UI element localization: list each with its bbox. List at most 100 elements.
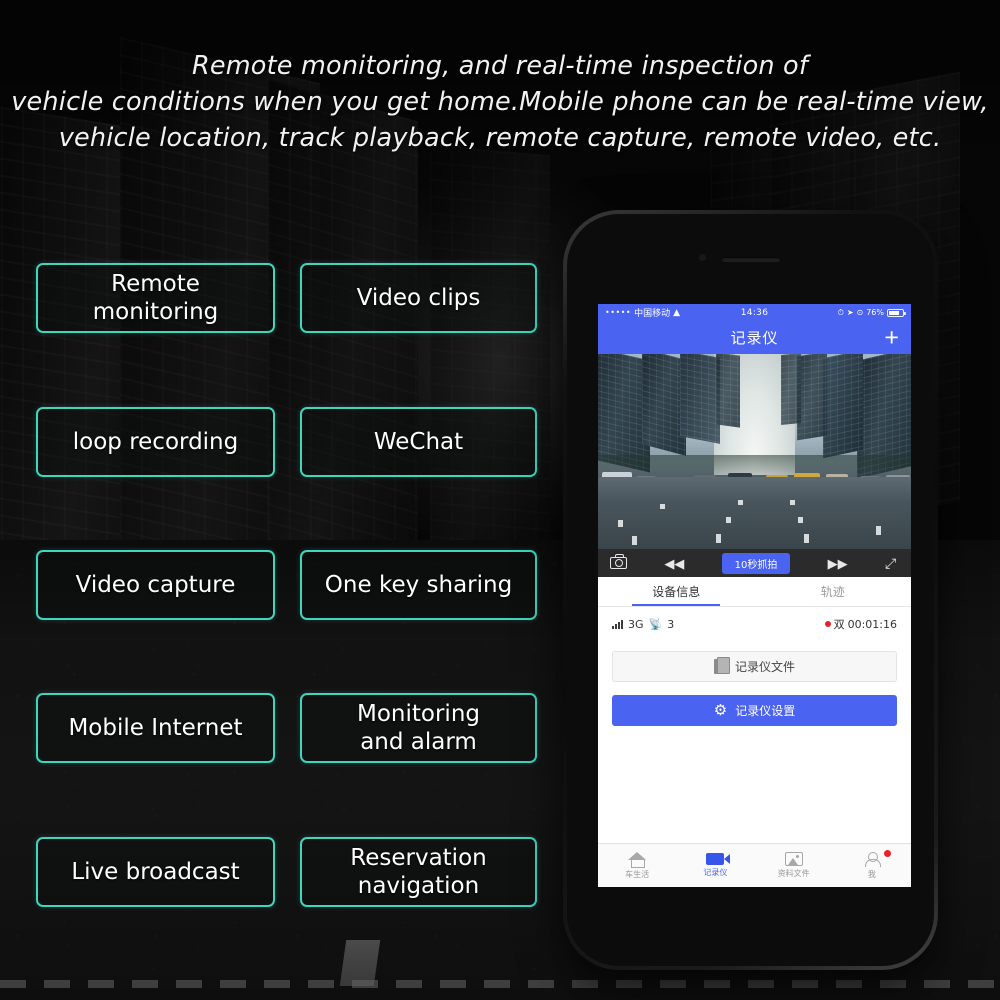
feature-box-live-broadcast[interactable]: Live broadcast — [36, 837, 275, 907]
tab-track[interactable]: 轨迹 — [755, 577, 912, 606]
capture-10s-button[interactable]: 10秒抓拍 — [721, 552, 791, 574]
front-camera-icon — [698, 254, 706, 261]
feature-box-video-clips[interactable]: Video clips — [300, 263, 537, 333]
feature-label: Live broadcast — [71, 858, 240, 885]
home-icon — [628, 851, 647, 868]
tab-bar-label: 我 — [867, 869, 876, 879]
feature-list: Remote monitoring Video clips loop recor… — [0, 0, 560, 1000]
notification-badge — [884, 850, 891, 857]
signal-dots-icon: ••••• — [605, 308, 632, 317]
satellite-count-label: 3 — [667, 617, 675, 631]
lane-dash — [618, 520, 623, 527]
gear-icon: ⚙ — [713, 701, 728, 719]
wifi-icon: ▲ — [673, 307, 681, 318]
recorder-settings-label: 记录仪设置 — [735, 704, 796, 718]
feature-label: Mobile Internet — [68, 714, 243, 741]
lane-dash — [790, 500, 795, 505]
battery-icon — [887, 308, 906, 317]
recorder-files-label: 记录仪文件 — [734, 660, 795, 674]
dashcam-video-preview[interactable] — [598, 354, 911, 549]
fast-forward-button[interactable]: ▶▶ — [828, 557, 848, 570]
content-tabs: 设备信息 轨迹 — [598, 577, 911, 607]
video-building — [781, 354, 801, 426]
feature-label: Monitoring and alarm — [357, 700, 480, 755]
camera-icon[interactable] — [610, 554, 627, 569]
feature-label: loop recording — [72, 428, 239, 455]
feature-label: WeChat — [373, 428, 464, 455]
device-status-row: 3G 📡 3 双 00:01:16 — [598, 607, 911, 641]
battery-percent-label: 76% — [866, 308, 884, 317]
tab-label: 设备信息 — [652, 585, 701, 599]
clock-label: 14:36 — [740, 307, 769, 318]
tab-label: 轨迹 — [820, 585, 845, 599]
photo-icon — [784, 852, 803, 866]
lane-dash — [660, 504, 665, 509]
app-nav-bar: 记录仪 + — [598, 321, 911, 354]
file-icon — [713, 657, 730, 674]
fullscreen-icon[interactable]: ⤢ — [885, 556, 899, 570]
phone-body: ••••• 中国移动 ▲ 14:36 ⏱ ➤ ⊙ 76% 记录仪 + ◀◀ 10… — [567, 214, 934, 966]
page-title: 记录仪 — [730, 329, 779, 347]
video-road — [598, 477, 911, 549]
feature-box-mobile-internet[interactable]: Mobile Internet — [36, 693, 275, 763]
feature-box-wechat[interactable]: WeChat — [300, 407, 537, 477]
video-building — [716, 354, 740, 428]
lane-dash — [804, 534, 809, 543]
status-bar: ••••• 中国移动 ▲ 14:36 ⏱ ➤ ⊙ 76% — [598, 304, 911, 321]
tab-bar-item-car-life[interactable]: 车生活 — [598, 844, 676, 887]
device-status-left: 3G 📡 3 — [612, 618, 674, 631]
lane-dash — [632, 536, 637, 545]
phone-screen: ••••• 中国移动 ▲ 14:36 ⏱ ➤ ⊙ 76% 记录仪 + ◀◀ 10… — [598, 304, 911, 887]
recording-indicator-icon — [824, 621, 831, 627]
feature-box-video-capture[interactable]: Video capture — [36, 550, 275, 620]
network-label: 3G — [628, 617, 644, 631]
feature-box-remote-monitoring[interactable]: Remote monitoring — [36, 263, 275, 333]
feature-label: One key sharing — [324, 571, 513, 598]
feature-label: Remote monitoring — [92, 270, 219, 325]
carrier-label: 中国移动 — [634, 309, 671, 319]
bottom-tab-bar: 车生活 记录仪 资料文件 我 — [598, 843, 911, 887]
video-control-bar: ◀◀ 10秒抓拍 ▶▶ ⤢ — [598, 549, 911, 577]
tab-bar-label: 记录仪 — [703, 868, 728, 877]
status-bar-left: ••••• 中国移动 ▲ — [605, 306, 741, 320]
earpiece-speaker — [721, 257, 780, 262]
tab-device-info[interactable]: 设备信息 — [598, 577, 755, 606]
alarm-icon: ⏱ — [837, 307, 844, 317]
record-mode-label: 双 — [833, 618, 845, 631]
device-actions: 记录仪文件 ⚙ 记录仪设置 — [598, 641, 911, 726]
rewind-button[interactable]: ◀◀ — [664, 557, 684, 570]
recorder-settings-button[interactable]: ⚙ 记录仪设置 — [612, 695, 897, 726]
rotation-lock-icon: ⊙ — [856, 308, 864, 317]
location-arrow-icon: ➤ — [846, 308, 854, 317]
lane-dash — [798, 517, 803, 523]
video-building — [823, 354, 863, 459]
feature-label: Video capture — [75, 571, 236, 598]
tab-bar-item-recorder[interactable]: 记录仪 — [676, 844, 754, 887]
tab-bar-item-files[interactable]: 资料文件 — [755, 844, 833, 887]
status-bar-right: ⏱ ➤ ⊙ 76% — [768, 307, 906, 318]
record-timer-label: 00:01:16 — [847, 617, 897, 631]
device-status-right: 双 00:01:16 — [824, 616, 897, 632]
feature-box-one-key-sharing[interactable]: One key sharing — [300, 550, 537, 620]
feature-label: Reservation navigation — [350, 844, 487, 899]
tab-bar-label: 车生活 — [625, 869, 650, 879]
tab-bar-label: 资料文件 — [777, 869, 810, 878]
lane-dash — [876, 526, 881, 535]
user-icon — [864, 851, 881, 867]
feature-label: Video clips — [356, 284, 481, 311]
promo-banner: Remote monitoring, and real-time inspect… — [0, 0, 1000, 1000]
tab-bar-item-profile[interactable]: 我 — [833, 844, 911, 887]
add-device-button[interactable]: + — [884, 325, 899, 350]
satellite-icon: 📡 — [648, 617, 663, 631]
lane-dash — [738, 500, 743, 505]
recorder-files-button[interactable]: 记录仪文件 — [612, 651, 897, 682]
phone-mockup: ••••• 中国移动 ▲ 14:36 ⏱ ➤ ⊙ 76% 记录仪 + ◀◀ 10… — [563, 210, 938, 970]
lane-dash — [726, 517, 731, 523]
video-camera-icon — [706, 853, 731, 865]
video-building — [680, 354, 720, 444]
video-building — [797, 354, 827, 441]
feature-box-loop-recording[interactable]: loop recording — [36, 407, 275, 477]
feature-box-reservation-navigation[interactable]: Reservation navigation — [300, 837, 537, 907]
signal-bars-icon — [612, 619, 623, 629]
feature-box-monitoring-and-alarm[interactable]: Monitoring and alarm — [300, 693, 537, 763]
